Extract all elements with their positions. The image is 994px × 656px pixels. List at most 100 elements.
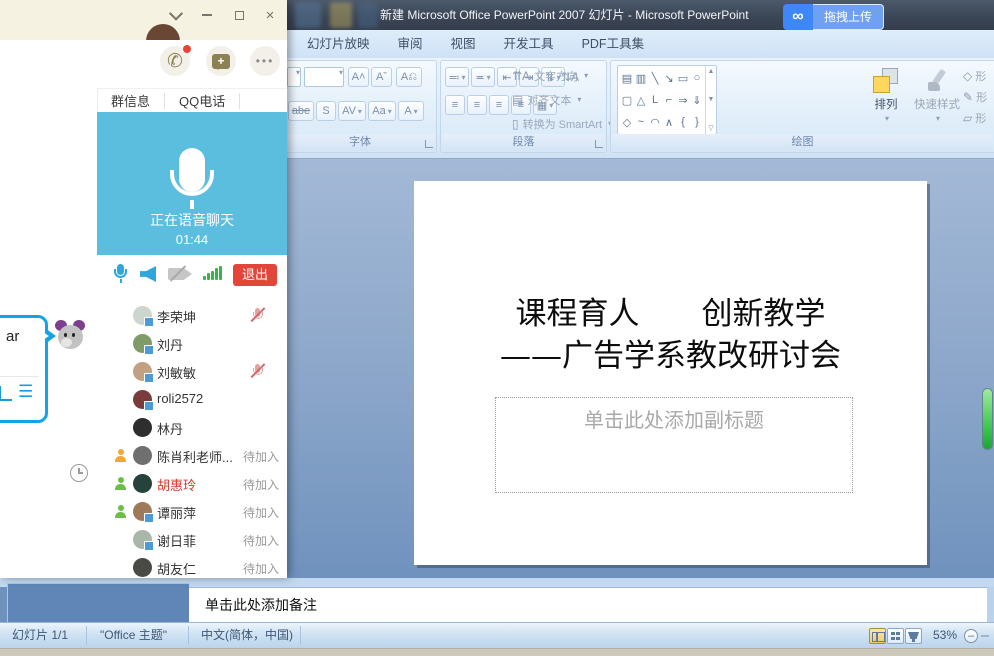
speaker-button[interactable] bbox=[140, 266, 156, 282]
quick-styles-button[interactable]: 快速样式 ▾ bbox=[909, 64, 965, 136]
zoom-slider-rail[interactable] bbox=[981, 635, 989, 637]
font-dialog-launcher-icon[interactable] bbox=[425, 140, 433, 148]
member-row[interactable]: 谭丽萍 待加入 bbox=[97, 500, 287, 524]
shape-curve-icon[interactable]: ∧ bbox=[662, 111, 676, 133]
shapes-gallery[interactable]: ▤ ▥ ╲ ↘ ▭ ○ ▢ △ L ⌐ ⇒ ⇓ ◇ ~ ◠ ∧ { } ▲ bbox=[617, 65, 717, 135]
shape-textbox-icon[interactable]: ▤ bbox=[620, 67, 634, 89]
member-row[interactable]: 刘敏敏 bbox=[97, 360, 287, 384]
shape-oval-icon[interactable]: ○ bbox=[690, 67, 704, 89]
tab-view[interactable]: 视图 bbox=[437, 30, 490, 58]
shape-elbow-icon[interactable]: L bbox=[648, 89, 662, 111]
subtitle-placeholder[interactable]: 单击此处添加副标题 bbox=[495, 397, 853, 493]
shape-outline-button[interactable]: ✎ 形 bbox=[963, 86, 994, 107]
scroll-down-icon[interactable]: ▼ bbox=[708, 96, 715, 103]
message-history-clock-icon[interactable] bbox=[70, 464, 88, 482]
voice-call-button[interactable]: ✆ bbox=[160, 46, 190, 76]
align-text-button[interactable]: ▤ 对齐文本▾ bbox=[512, 89, 581, 110]
font-name-dropdown[interactable]: ▾ bbox=[287, 67, 301, 87]
slide-sorter-view-button[interactable] bbox=[887, 628, 904, 644]
shape-line-icon[interactable]: ╲ bbox=[648, 67, 662, 89]
scroll-up-icon[interactable]: ▲ bbox=[708, 68, 715, 75]
slideshow-view-button[interactable] bbox=[905, 628, 922, 644]
bubble-action-icon[interactable] bbox=[0, 386, 12, 401]
notes-pane[interactable]: 单击此处添加备注 bbox=[189, 587, 987, 622]
drag-upload-label[interactable]: 拖拽上传 bbox=[813, 4, 884, 30]
more-options-button[interactable]: ••• bbox=[250, 46, 280, 76]
maximize-button[interactable] bbox=[228, 7, 250, 23]
shape-brace-right-icon[interactable]: } bbox=[690, 111, 704, 133]
bullets-button[interactable]: ≕▾ bbox=[445, 67, 469, 87]
member-row[interactable]: roli2572 bbox=[97, 388, 287, 412]
tab-pdf-tools[interactable]: PDF工具集 bbox=[568, 30, 659, 58]
shape-brace-left-icon[interactable]: { bbox=[676, 111, 690, 133]
status-language[interactable]: 中文(简体，中国) bbox=[201, 623, 293, 648]
green-scrollbar-thumb[interactable] bbox=[983, 389, 992, 449]
hamburger-menu-icon[interactable]: ☰ bbox=[18, 382, 33, 402]
baidu-netdisk-upload-overlay[interactable]: ∞ 拖拽上传 bbox=[783, 4, 884, 30]
close-button[interactable]: × bbox=[259, 7, 281, 23]
member-row[interactable]: 刘丹 bbox=[97, 332, 287, 356]
member-row[interactable]: 胡惠玲 待加入 bbox=[97, 472, 287, 496]
align-text-icon: ▤ bbox=[512, 93, 523, 107]
text-shadow-button[interactable]: S bbox=[316, 101, 336, 121]
exit-call-button[interactable]: 退出 bbox=[233, 264, 277, 286]
member-row[interactable]: 林丹 bbox=[97, 416, 287, 440]
member-row[interactable]: 陈肖利老师... 待加入 bbox=[97, 444, 287, 468]
shape-vertical-textbox-icon[interactable]: ▥ bbox=[634, 67, 648, 89]
numbering-button[interactable]: ≖▾ bbox=[471, 67, 495, 87]
tab-group-info[interactable]: 群信息 bbox=[97, 90, 164, 113]
grow-font-button[interactable]: A˄ bbox=[348, 67, 369, 87]
text-direction-button[interactable]: ⇈A 文字方向▾ bbox=[512, 65, 588, 86]
status-slide-number[interactable]: 幻灯片 1/1 bbox=[12, 623, 68, 648]
tab-developer[interactable]: 开发工具 bbox=[490, 30, 568, 58]
slide-title-text[interactable]: 课程育人 创新教学 ——广告学系教改研讨会 bbox=[414, 293, 927, 377]
font-size-dropdown[interactable]: ▾ bbox=[304, 67, 344, 87]
shape-rounded-rect-icon[interactable]: ▢ bbox=[620, 89, 634, 111]
normal-view-button[interactable] bbox=[869, 628, 886, 644]
align-left-button[interactable]: ≡ bbox=[445, 95, 465, 115]
member-row[interactable]: 谢日菲 待加入 bbox=[97, 528, 287, 552]
shape-freeform-icon[interactable]: ◇ bbox=[620, 111, 634, 133]
change-case-button[interactable]: Aa▾ bbox=[368, 101, 396, 121]
member-row[interactable]: 胡友仁 待加入 bbox=[97, 556, 287, 578]
mute-mic-button[interactable] bbox=[112, 264, 128, 284]
align-right-button[interactable]: ≡ bbox=[489, 95, 509, 115]
muted-mic-icon[interactable] bbox=[250, 363, 265, 380]
tab-review[interactable]: 审阅 bbox=[384, 30, 437, 58]
tab-qq-call[interactable]: QQ电话 bbox=[165, 90, 239, 113]
shape-fill-button[interactable]: ◇ 形 bbox=[963, 65, 994, 86]
status-theme[interactable]: "Office 主题" bbox=[100, 623, 167, 648]
tab-slideshow[interactable]: 幻灯片放映 bbox=[293, 30, 384, 58]
shrink-font-button[interactable]: Aˇ bbox=[371, 67, 392, 87]
shape-elbow2-icon[interactable]: ⌐ bbox=[662, 89, 676, 111]
smartart-icon: ▯ bbox=[512, 117, 519, 131]
shape-rectangle-icon[interactable]: ▭ bbox=[676, 67, 690, 89]
shape-arrow-icon[interactable]: ↘ bbox=[662, 67, 676, 89]
shape-block-arrow-icon[interactable]: ⇒ bbox=[676, 89, 690, 111]
shape-triangle-icon[interactable]: △ bbox=[634, 89, 648, 111]
shape-effects-button[interactable]: ▱ 形 bbox=[963, 107, 994, 128]
collapse-window-button[interactable] bbox=[165, 7, 187, 23]
align-center-button[interactable]: ≡ bbox=[467, 95, 487, 115]
member-row[interactable]: 李荣坤 bbox=[97, 304, 287, 328]
zoom-level[interactable]: 53% bbox=[933, 623, 957, 648]
minimize-button[interactable] bbox=[196, 7, 218, 23]
arrange-button[interactable]: 排列 ▾ bbox=[863, 64, 909, 136]
paragraph-dialog-launcher-icon[interactable] bbox=[595, 140, 603, 148]
strikethrough-button[interactable]: abe bbox=[288, 101, 314, 121]
shapes-gallery-scrollbar[interactable]: ▲ ▼ ▽ bbox=[705, 66, 716, 134]
gallery-expand-icon[interactable]: ▽ bbox=[708, 124, 713, 132]
clear-formatting-button[interactable]: A⎌ bbox=[396, 67, 422, 87]
shape-down-arrow-icon[interactable]: ⇓ bbox=[690, 89, 704, 111]
font-color-button[interactable]: A▾ bbox=[398, 101, 424, 121]
shape-arc-icon[interactable]: ◠ bbox=[648, 111, 662, 133]
zoom-out-button[interactable]: – bbox=[964, 629, 978, 643]
qq-titlebar[interactable]: × bbox=[0, 0, 287, 40]
create-chat-button[interactable]: + bbox=[206, 46, 236, 76]
shape-scribble-icon[interactable]: ~ bbox=[634, 111, 648, 133]
camera-off-button[interactable] bbox=[168, 267, 194, 281]
character-spacing-button[interactable]: AV▾ bbox=[338, 101, 366, 121]
slide-canvas[interactable]: 课程育人 创新教学 ——广告学系教改研讨会 单击此处添加副标题 bbox=[414, 181, 927, 565]
convert-smartart-button[interactable]: ▯ 转换为 SmartArt▾ bbox=[512, 113, 612, 134]
muted-mic-icon[interactable] bbox=[250, 307, 265, 324]
